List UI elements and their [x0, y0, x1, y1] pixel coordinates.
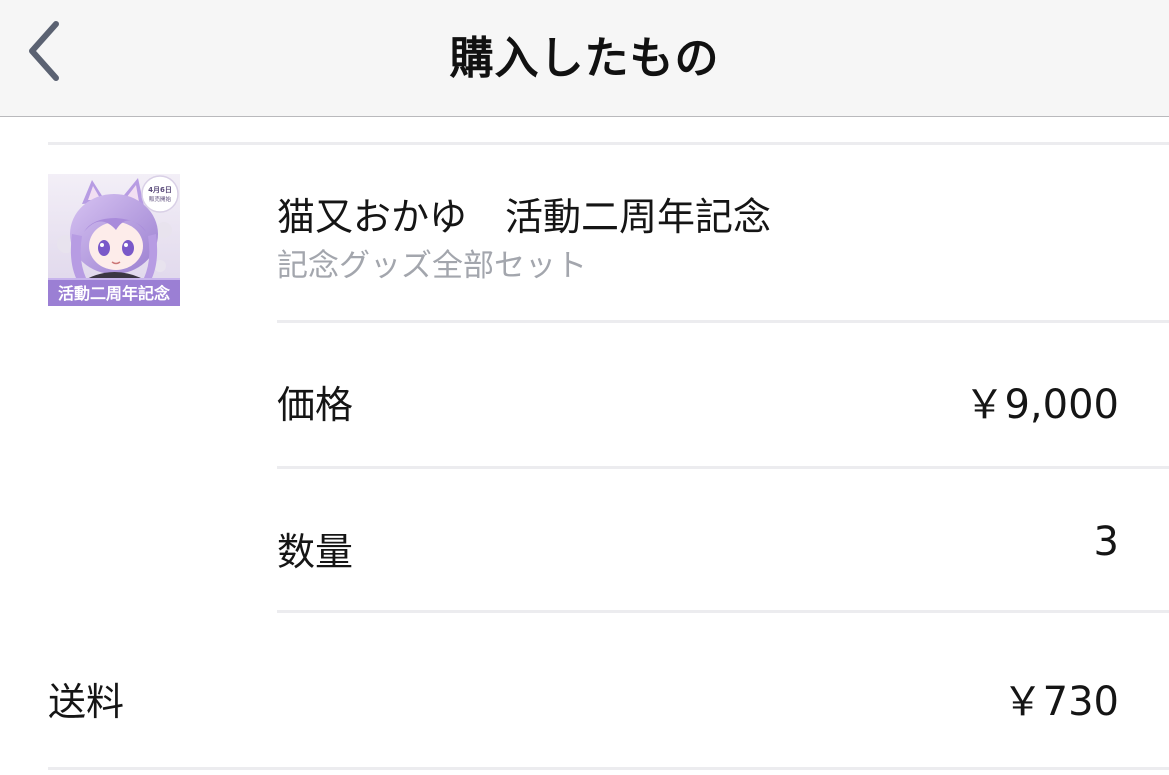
shipping-value: ￥730: [1002, 679, 1119, 725]
divider-quantity: [277, 610, 1169, 613]
divider-shipping: [48, 767, 1169, 770]
quantity-label: 数量: [277, 530, 354, 574]
divider-product: [277, 320, 1169, 323]
svg-text:販売開始: 販売開始: [149, 195, 172, 203]
svg-text:4月6日: 4月6日: [148, 186, 172, 194]
svg-text:活動二周年記念: 活動二周年記念: [58, 284, 171, 303]
product-thumbnail[interactable]: 4月6日 販売開始 活動二周年記念: [48, 174, 180, 306]
price-label: 価格: [277, 383, 354, 427]
divider-price: [277, 466, 1169, 469]
product-subtitle: 記念グッズ全部セット: [277, 248, 587, 284]
divider-top: [48, 142, 1169, 145]
shipping-label: 送料: [48, 680, 125, 724]
page-title: 購入したもの: [449, 33, 720, 84]
price-value: ￥9,000: [964, 382, 1119, 428]
quantity-value: 3: [1093, 519, 1119, 565]
navigation-bar: 購入したもの: [0, 0, 1169, 117]
product-image: 4月6日 販売開始 活動二周年記念: [48, 174, 180, 306]
product-name: 猫又おかゆ 活動二周年記念: [277, 195, 772, 239]
